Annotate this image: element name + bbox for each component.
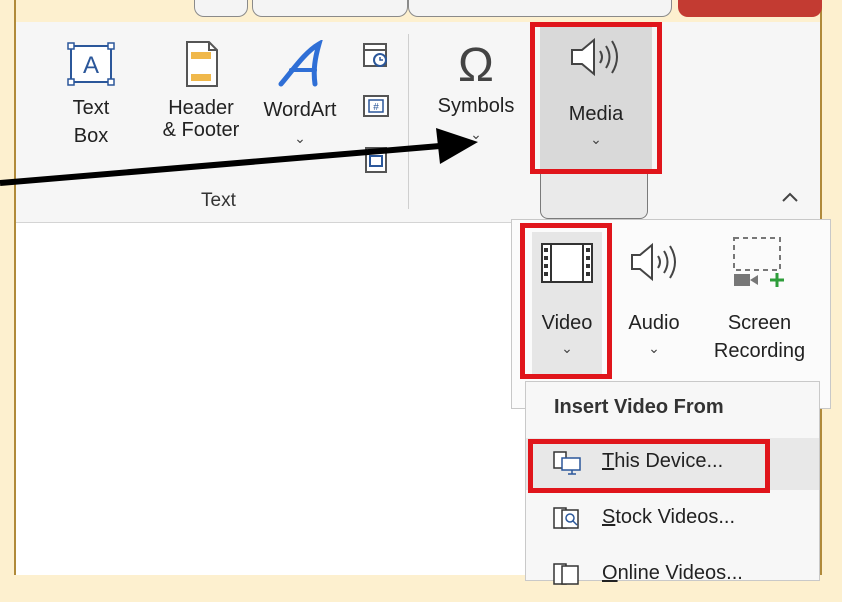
annotation-arrow — [0, 128, 478, 186]
